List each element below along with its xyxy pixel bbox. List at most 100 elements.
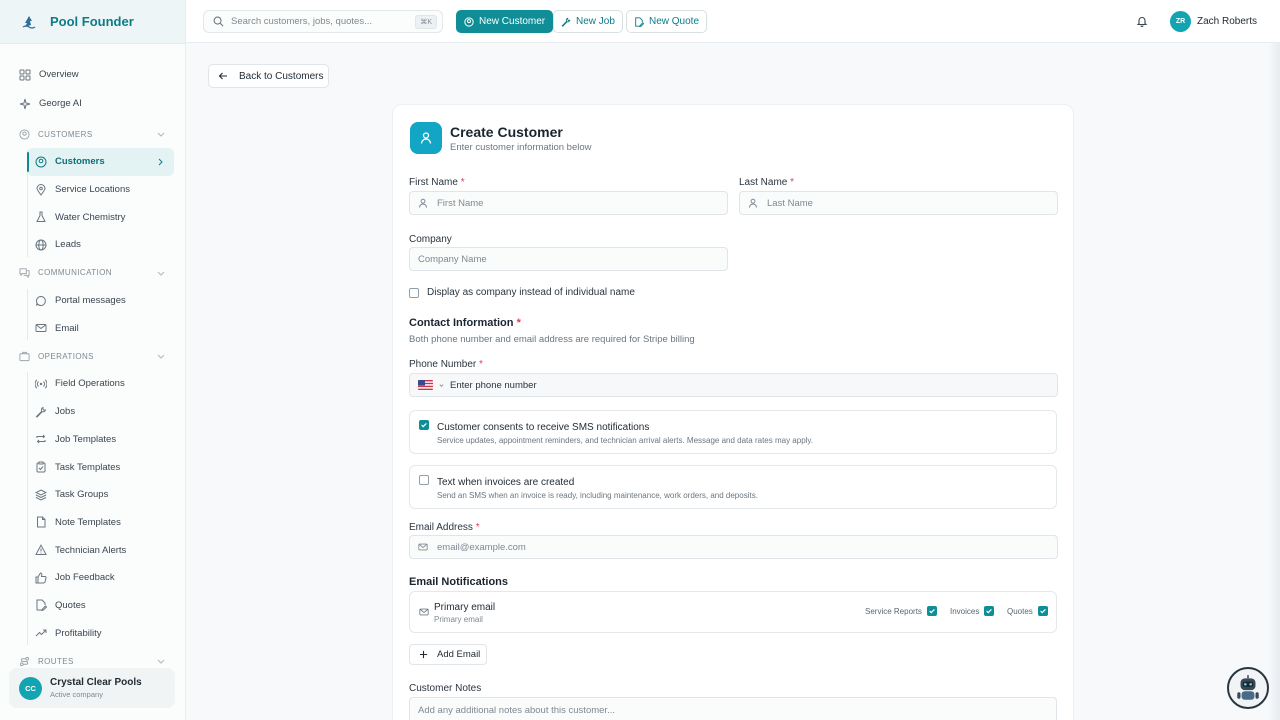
- wrench-icon: [561, 17, 571, 27]
- radio-waves-icon: [35, 378, 47, 390]
- sidebar-item-label: Technician Alerts: [55, 544, 127, 556]
- customer-notes-field[interactable]: Add any additional notes about this cust…: [409, 697, 1057, 720]
- sidebar-item-jobs[interactable]: Jobs: [27, 398, 185, 426]
- email-notifications-title: Email Notifications: [409, 576, 509, 588]
- phone-label: Phone Number *: [409, 359, 483, 370]
- pref-quotes[interactable]: Quotes: [1007, 606, 1048, 616]
- pref-invoices-checkbox[interactable]: [984, 606, 995, 616]
- pref-quotes-checkbox[interactable]: [1037, 606, 1048, 616]
- chat-icon: [19, 267, 30, 279]
- plus-icon: [419, 650, 428, 659]
- company-name: Crystal Clear Pools: [50, 677, 142, 688]
- sidebar-item-overview[interactable]: Overview: [0, 60, 185, 89]
- invoice-text-checkbox[interactable]: [419, 475, 429, 485]
- brand[interactable]: Pool Founder: [0, 0, 185, 44]
- create-customer-card: Create Customer Enter customer informati…: [392, 104, 1074, 720]
- chevron-right-icon: [156, 158, 164, 166]
- last-name-label: Last Name *: [739, 177, 794, 188]
- email-label: Email Address *: [409, 522, 480, 533]
- user-icon: [748, 198, 758, 208]
- assistant-bot-button[interactable]: [1227, 667, 1269, 709]
- sidebar-item-water-chemistry[interactable]: Water Chemistry: [27, 203, 185, 231]
- sidebar-item-field-operations[interactable]: Field Operations: [27, 370, 185, 398]
- sidebar-item-job-feedback[interactable]: Job Feedback: [27, 564, 185, 592]
- sidebar-item-label: Service Locations: [55, 184, 130, 196]
- phone-placeholder: Enter phone number: [450, 379, 537, 391]
- company-placeholder: Company Name: [418, 253, 487, 265]
- user-icon: [410, 122, 442, 154]
- display-company-checkbox[interactable]: [409, 287, 419, 298]
- sms-consent-option[interactable]: Customer consents to receive SMS notific…: [409, 410, 1057, 454]
- add-email-button[interactable]: Add Email: [409, 644, 487, 665]
- last-name-field[interactable]: Last Name: [739, 191, 1058, 215]
- sidebar-item-label: Overview: [39, 69, 79, 80]
- sidebar-item-task-templates[interactable]: Task Templates: [27, 453, 185, 481]
- sidebar-item-technician-alerts[interactable]: Technician Alerts: [27, 536, 185, 564]
- section-communication[interactable]: COMMUNICATION: [0, 259, 185, 287]
- sidebar-item-job-templates[interactable]: Job Templates: [27, 426, 185, 454]
- sidebar-item-customers[interactable]: Customers: [27, 148, 174, 176]
- last-name-label-text: Last Name: [739, 177, 788, 188]
- display-company-toggle[interactable]: Display as company instead of individual…: [409, 287, 635, 298]
- repeat-icon: [35, 433, 47, 445]
- user-circle-icon: [464, 16, 474, 27]
- new-customer-button[interactable]: New Customer: [456, 10, 554, 33]
- pref-invoices[interactable]: Invoices: [950, 606, 995, 616]
- new-job-button[interactable]: New Job: [553, 10, 623, 33]
- sidebar-item-service-locations[interactable]: Service Locations: [27, 176, 185, 204]
- back-to-customers-button[interactable]: Back to Customers: [208, 64, 329, 88]
- company-field[interactable]: Company Name: [409, 247, 728, 271]
- section-operations-items: Field Operations Jobs Job Templates Task…: [27, 370, 185, 647]
- sms-consent-checkbox[interactable]: [419, 420, 429, 430]
- sidebar-item-email[interactable]: Email: [27, 314, 185, 342]
- sidebar-item-task-groups[interactable]: Task Groups: [27, 481, 185, 509]
- pref-service-reports-checkbox[interactable]: [926, 606, 937, 616]
- us-flag-icon[interactable]: [418, 380, 433, 390]
- section-title: ROUTES: [38, 656, 74, 666]
- sidebar-item-quotes[interactable]: Quotes: [27, 592, 185, 620]
- mail-icon: [35, 322, 47, 334]
- sidebar-item-label: Task Templates: [55, 461, 121, 473]
- pref-service-reports[interactable]: Service Reports: [865, 606, 937, 616]
- company-label: Company: [409, 234, 452, 245]
- sidebar-item-profitability[interactable]: Profitability: [27, 619, 185, 647]
- contact-section-desc: Both phone number and email address are …: [409, 334, 695, 345]
- avatar: ZR: [1170, 11, 1191, 32]
- company-switcher[interactable]: CC Crystal Clear Pools Active company: [9, 668, 175, 708]
- user-menu[interactable]: ZR Zach Roberts: [1170, 11, 1257, 32]
- new-quote-button[interactable]: New Quote: [626, 10, 708, 33]
- section-operations[interactable]: OPERATIONS: [0, 342, 185, 370]
- first-name-field[interactable]: First Name: [409, 191, 728, 215]
- sidebar-item-portal-messages[interactable]: Portal messages: [27, 287, 185, 315]
- sidebar-item-label: Profitability: [55, 627, 102, 639]
- invoice-text-desc: Send an SMS when an invoice is ready, in…: [437, 491, 758, 500]
- required-mark: *: [479, 359, 483, 370]
- file-icon: [35, 516, 47, 528]
- mail-icon: [418, 542, 428, 552]
- company-status: Active company: [50, 690, 103, 699]
- section-title: CUSTOMERS: [38, 129, 93, 139]
- sidebar-item-george-ai[interactable]: George AI: [0, 89, 185, 118]
- topbar: Search customers, jobs, quotes... ⌘K New…: [186, 0, 1280, 43]
- page-title: Create Customer: [450, 124, 563, 140]
- phone-field[interactable]: Enter phone number: [409, 373, 1058, 397]
- brand-logo-icon: [22, 15, 36, 29]
- sidebar-item-note-templates[interactable]: Note Templates: [27, 509, 185, 537]
- sidebar-item-label: Field Operations: [55, 378, 125, 390]
- email-field[interactable]: email@example.com: [409, 535, 1058, 559]
- invoice-text-title: Text when invoices are created: [437, 477, 575, 488]
- company-info: Crystal Clear Pools Active company: [50, 677, 142, 699]
- robot-icon: [1233, 673, 1263, 703]
- bell-icon[interactable]: [1136, 15, 1148, 27]
- section-title: COMMUNICATION: [38, 268, 112, 278]
- invoice-text-option[interactable]: Text when invoices are created Send an S…: [409, 465, 1057, 509]
- new-quote-label: New Quote: [649, 16, 700, 27]
- primary-email-sub: Primary email: [434, 615, 483, 624]
- section-customers[interactable]: CUSTOMERS: [0, 120, 185, 148]
- sidebar-item-label: Leads: [55, 239, 81, 251]
- sidebar-item-leads[interactable]: Leads: [27, 231, 185, 259]
- add-email-label: Add Email: [437, 649, 481, 660]
- search-input[interactable]: Search customers, jobs, quotes... ⌘K: [203, 10, 443, 33]
- sidebar-item-label: Job Templates: [55, 433, 117, 445]
- globe-icon: [35, 239, 47, 251]
